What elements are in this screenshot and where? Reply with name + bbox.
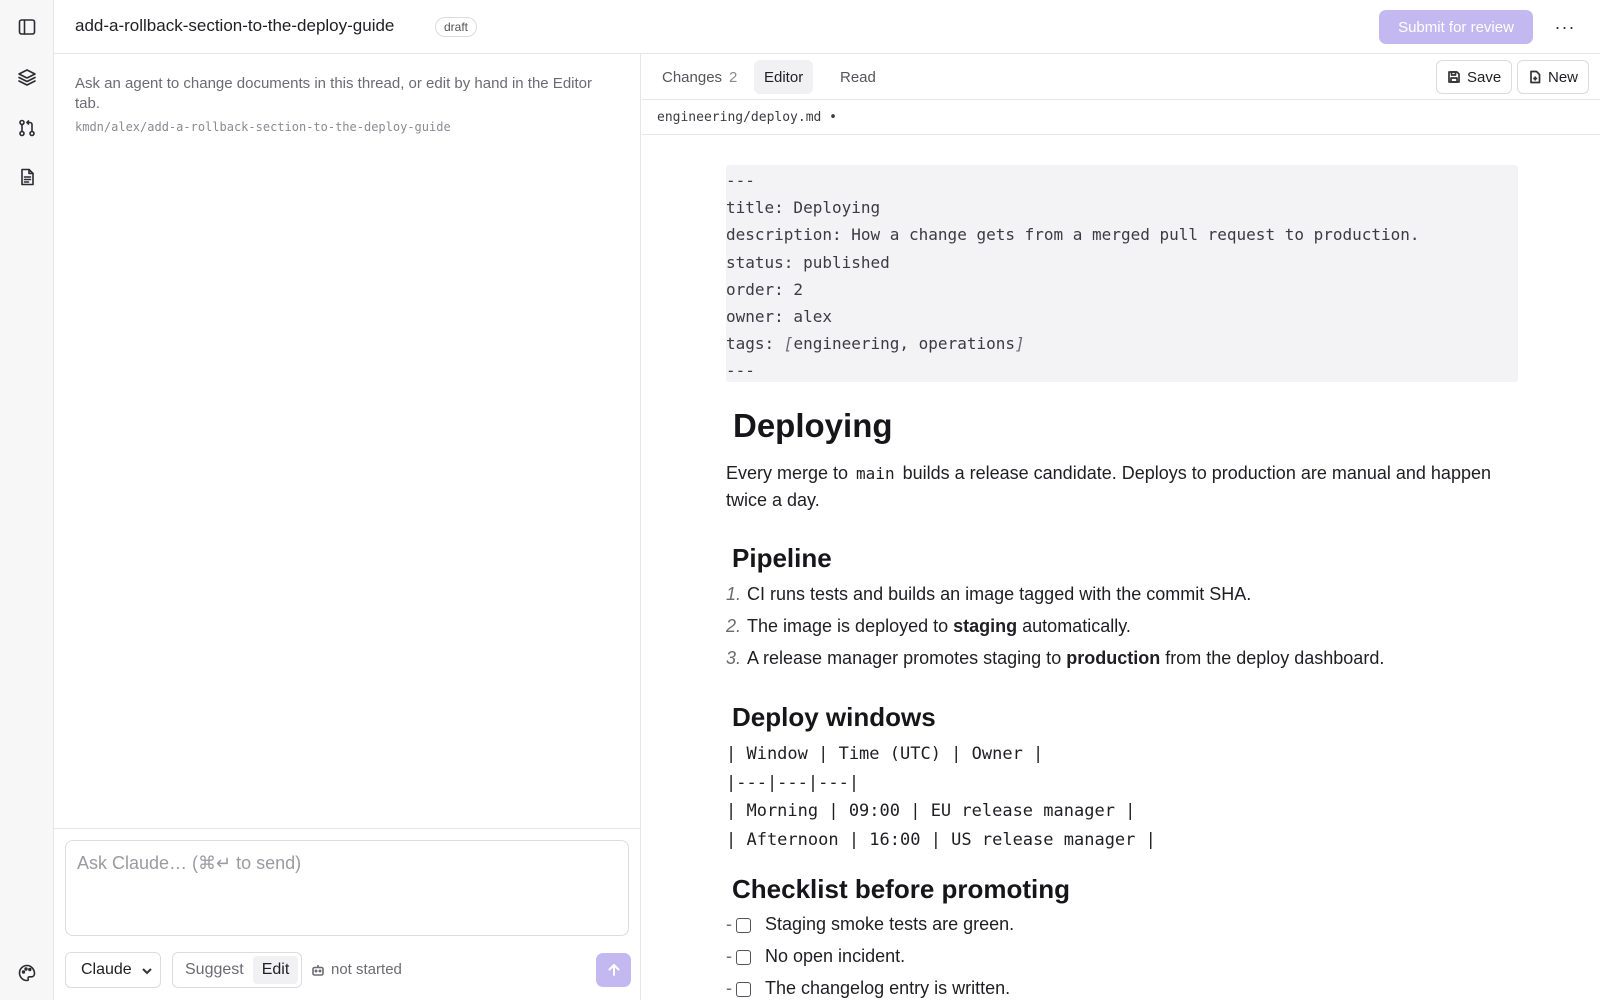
list-item-text-after: automatically. xyxy=(1017,616,1131,636)
more-options-icon[interactable]: ··· xyxy=(1550,12,1580,42)
doc-intro-paragraph: Every merge to main builds a release can… xyxy=(726,460,1518,513)
frontmatter-status: status: published xyxy=(726,252,890,272)
frontmatter-tags-open: [ xyxy=(783,334,794,354)
frontmatter-tags: tags: [engineering, operations] xyxy=(726,330,1518,357)
task-checkbox[interactable] xyxy=(736,982,751,998)
deploy-windows-table: | Window | Time (UTC) | Owner | |---|---|… xyxy=(726,740,1518,854)
list-number: 3. xyxy=(726,648,742,668)
new-button-label: New xyxy=(1548,68,1579,86)
frontmatter-tags-key: tags: xyxy=(726,334,784,354)
list-item: 3. A release manager promotes staging to … xyxy=(726,642,1518,674)
list-number: 1. xyxy=(726,584,742,604)
file-path: engineering/deploy.md • xyxy=(657,110,838,125)
send-button[interactable] xyxy=(596,953,631,987)
frontmatter-delimiter: --- xyxy=(726,171,755,190)
frontmatter-description: description: How a change gets from a me… xyxy=(726,225,1420,245)
arrow-up-icon xyxy=(608,964,619,976)
tab-editor[interactable]: Editor xyxy=(754,60,814,94)
table-row: | Window | Time (UTC) | Owner | xyxy=(726,744,1044,764)
doc-heading-checklist: Checklist before promoting xyxy=(732,874,1071,905)
table-row: | Afternoon | 16:00 | US release manager… xyxy=(726,829,1156,850)
thread-title: add-a-rollback-section-to-the-deploy-gui… xyxy=(75,16,395,35)
branch-name: kmdn/alex/add-a-rollback-section-to-the-… xyxy=(75,120,451,134)
task-text: The changelog entry is written. xyxy=(765,978,1011,999)
agent-status-text: not started xyxy=(331,961,402,978)
document-pane: Changes 2 Editor Read Save New engineeri… xyxy=(642,54,1600,1000)
table-row: |---|---|---| xyxy=(726,772,860,793)
task-checkbox[interactable] xyxy=(736,918,751,934)
frontmatter-block[interactable]: --- title: Deploying description: How a ch… xyxy=(726,165,1518,382)
model-select[interactable]: Claude xyxy=(65,952,161,988)
document-tab-bar: Changes 2 Editor Read Save New xyxy=(642,54,1600,100)
agent-status: not started xyxy=(311,961,402,978)
doc-heading-deploy-windows: Deploy windows xyxy=(732,702,936,732)
frontmatter-owner: owner: alex xyxy=(726,307,832,327)
intro-text-before: Every merge to xyxy=(726,463,854,483)
top-bar: add-a-rollback-section-to-the-deploy-gui… xyxy=(54,0,1600,54)
tab-changes[interactable]: Changes 2 xyxy=(652,60,747,94)
thread-pane: Ask an agent to change documents in this… xyxy=(54,54,641,1000)
list-item-text-after: from the deploy dashboard. xyxy=(1160,648,1385,668)
robot-icon xyxy=(312,964,324,976)
doc-heading-deploying: Deploying xyxy=(733,407,893,444)
panel-toggle-icon[interactable] xyxy=(12,12,42,42)
list-item-bold: production xyxy=(1066,648,1161,668)
list-item: - The changelog entry is written. xyxy=(726,972,1518,1000)
table-row: | Morning | 09:00 | EU release manager | xyxy=(726,801,1136,822)
task-checkbox[interactable] xyxy=(736,950,751,966)
pipeline-list: 1. CI runs tests and builds an image tagg… xyxy=(726,578,1518,674)
thread-intro-text: Ask an agent to change documents in this… xyxy=(75,75,592,112)
new-document-icon xyxy=(1530,70,1541,84)
list-item: - Staging smoke tests are green. xyxy=(726,908,1518,940)
task-text: Staging smoke tests are green. xyxy=(765,914,1015,935)
list-item-text: A release manager promotes staging to xyxy=(747,648,1067,668)
file-path-bar: engineering/deploy.md • xyxy=(642,100,1600,135)
list-item-text: CI runs tests and builds an image tagged… xyxy=(747,584,1252,604)
list-item: - No open incident. xyxy=(726,940,1518,972)
doc-heading-pipeline: Pipeline xyxy=(732,543,832,573)
new-document-button[interactable]: New xyxy=(1517,60,1590,94)
mode-edit-button[interactable]: Edit xyxy=(252,956,299,984)
list-item-text: The image is deployed to xyxy=(747,616,954,636)
document-icon[interactable] xyxy=(12,162,42,192)
tab-changes-count: 2 xyxy=(729,68,738,86)
model-select-value: Claude xyxy=(81,961,132,978)
frontmatter-tags-value: engineering, operations xyxy=(793,334,1015,354)
chat-input[interactable] xyxy=(65,840,629,936)
checklist: - Staging smoke tests are green. - No open… xyxy=(726,908,1518,1000)
git-pull-request-icon[interactable] xyxy=(12,113,42,143)
tab-changes-label: Changes xyxy=(662,68,723,86)
mode-toggle: Suggest Edit xyxy=(172,952,303,988)
frontmatter-order: order: 2 xyxy=(726,279,804,299)
status-badge: draft xyxy=(435,17,478,37)
frontmatter-delimiter: --- xyxy=(726,361,755,381)
save-button-label: Save xyxy=(1467,68,1502,86)
task-text: No open incident. xyxy=(765,946,906,967)
markdown-editor[interactable]: --- title: Deploying description: How a ch… xyxy=(726,165,1518,1000)
list-item-bold: staging xyxy=(953,616,1018,636)
palette-icon[interactable] xyxy=(12,958,42,988)
icon-rail xyxy=(0,0,54,1000)
chevron-down-icon xyxy=(140,964,154,978)
frontmatter-tags-close: ] xyxy=(1015,334,1025,354)
frontmatter-title: title: Deploying xyxy=(726,198,881,218)
save-icon xyxy=(1448,71,1460,83)
submit-for-review-button[interactable]: Submit for review xyxy=(1379,10,1533,44)
list-number: 2. xyxy=(726,616,742,636)
inline-code-main: main xyxy=(856,464,895,483)
list-item: 1. CI runs tests and builds an image tagg… xyxy=(726,578,1518,610)
mode-suggest-button[interactable]: Suggest xyxy=(176,956,253,984)
composer-area: Claude Suggest Edit not started xyxy=(54,828,640,1000)
list-item: 2. The image is deployed to staging autom… xyxy=(726,610,1518,642)
layers-icon[interactable] xyxy=(12,62,42,92)
tab-read[interactable]: Read xyxy=(830,60,886,94)
save-button[interactable]: Save xyxy=(1436,60,1513,94)
